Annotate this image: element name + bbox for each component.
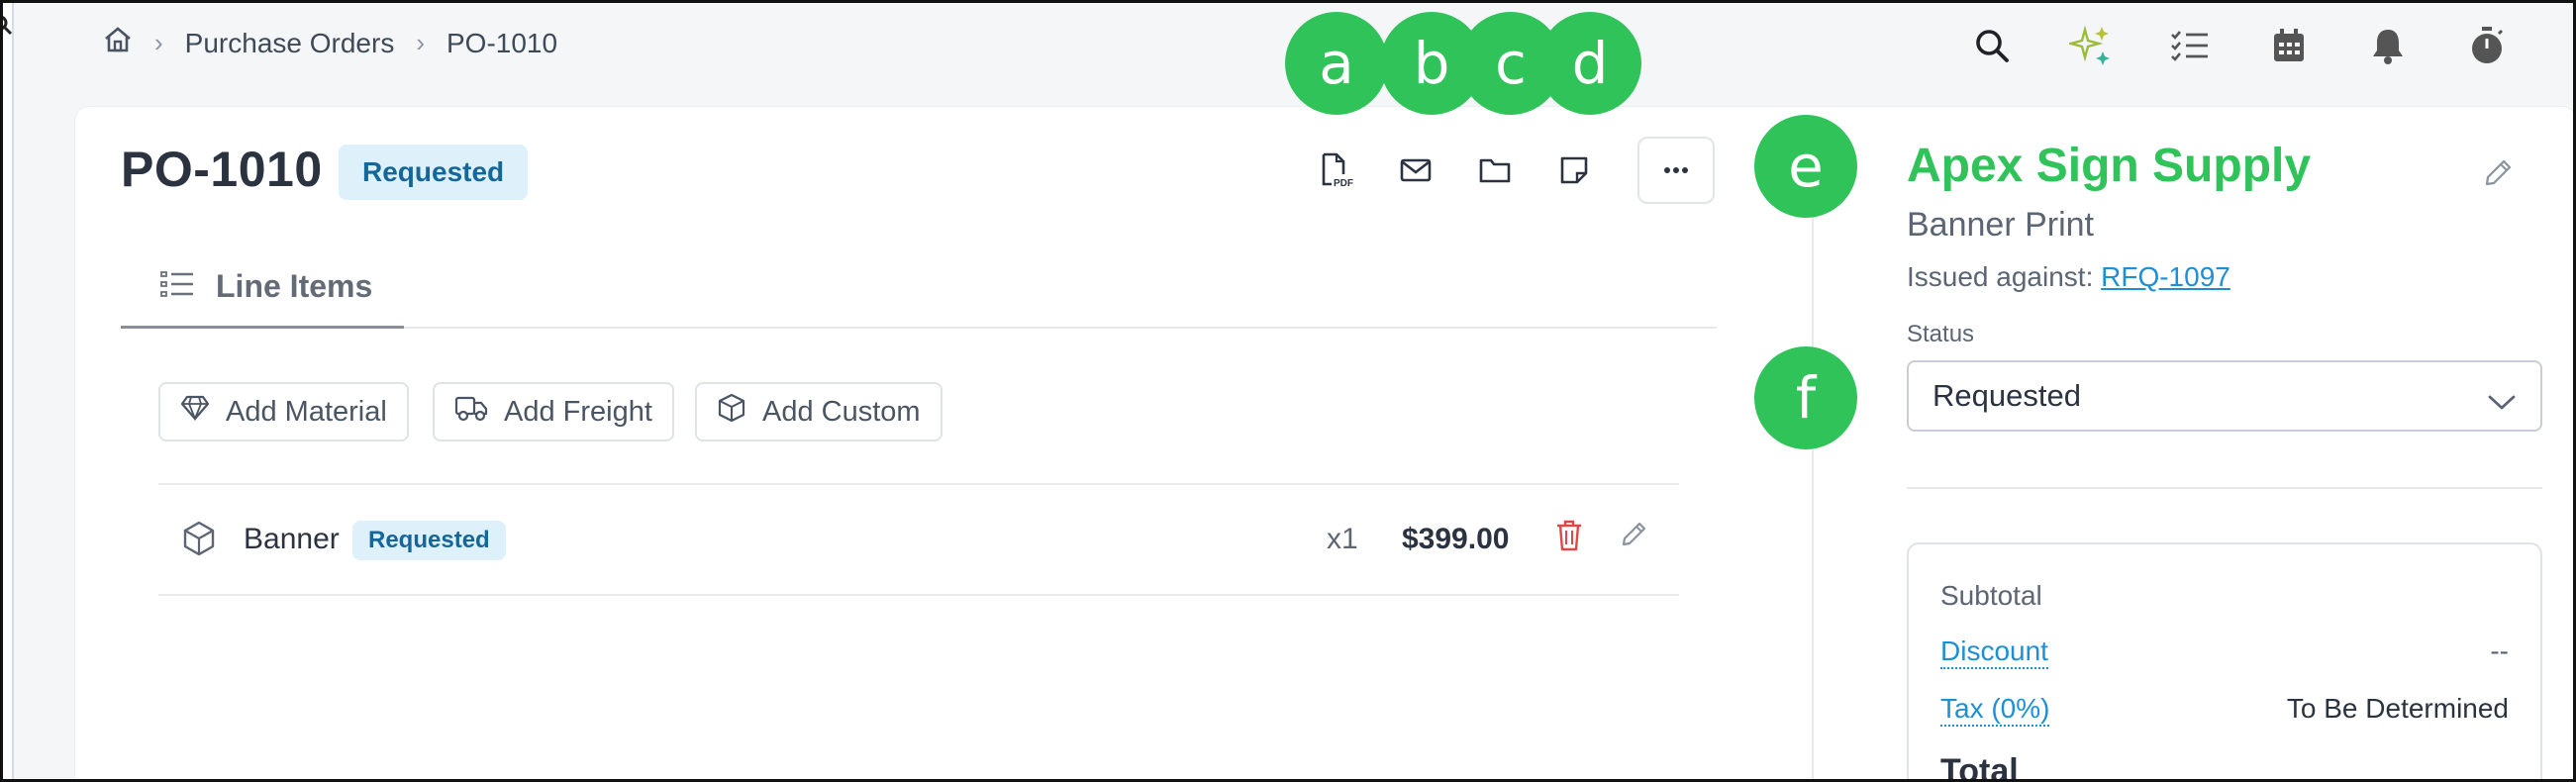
list-item[interactable]: Banner Requested x1 $399.00 <box>158 485 1679 596</box>
discount-value: -- <box>2490 635 2509 666</box>
svg-text:PDF: PDF <box>1334 178 1353 188</box>
document-actions: PDF <box>1297 139 1614 202</box>
cube-icon <box>717 393 746 431</box>
item-price: $399.00 <box>1402 523 1510 555</box>
subtotal-row: Subtotal <box>1940 580 2509 612</box>
pdf-icon[interactable]: PDF <box>1297 139 1376 202</box>
status-select[interactable]: Requested <box>1907 360 2542 432</box>
tax-value: To Be Determined <box>2286 693 2509 724</box>
item-status-badge: Requested <box>352 521 506 560</box>
cube-icon <box>182 521 216 561</box>
panel-divider <box>1812 204 1814 782</box>
panel-divider <box>1907 487 2542 489</box>
search-icon[interactable] <box>0 14 14 43</box>
list-icon <box>160 269 194 304</box>
issued-against: Issued against: RFQ-1097 <box>1907 261 2230 293</box>
chevron-right-icon: › <box>416 28 425 57</box>
add-custom-label: Add Custom <box>762 395 921 428</box>
email-icon[interactable] <box>1376 139 1455 202</box>
discount-link[interactable]: Discount <box>1940 635 2048 669</box>
breadcrumb-current: PO-1010 <box>446 27 558 58</box>
status-value: Requested <box>1932 378 2081 413</box>
breadcrumb-purchase-orders[interactable]: Purchase Orders <box>185 28 395 59</box>
breadcrumb: › Purchase Orders › PO-1010 <box>103 26 557 60</box>
tax-link[interactable]: Tax (0%) <box>1940 693 2050 727</box>
add-freight-label: Add Freight <box>504 395 652 428</box>
status-label: Status <box>1907 321 1975 347</box>
left-rail <box>0 0 14 782</box>
list-divider <box>158 594 1679 596</box>
gem-icon <box>180 395 210 429</box>
item-quantity: x1 <box>1327 523 1358 555</box>
pencil-icon[interactable] <box>1620 519 1649 553</box>
home-icon[interactable] <box>103 26 133 60</box>
calendar-icon[interactable] <box>2239 18 2338 73</box>
chevron-right-icon: › <box>154 28 163 57</box>
folder-icon[interactable] <box>1455 139 1535 202</box>
pencil-icon[interactable] <box>2483 156 2515 193</box>
subtotal-label: Subtotal <box>1940 580 2042 611</box>
bell-icon[interactable] <box>2338 18 2437 73</box>
marker-f: f <box>1754 346 1857 449</box>
sparkle-icon[interactable] <box>2041 18 2140 73</box>
rfq-link[interactable]: RFQ-1097 <box>2101 261 2230 292</box>
more-actions-button[interactable] <box>1637 137 1715 204</box>
status-badge: Requested <box>339 145 529 200</box>
trash-icon[interactable] <box>1554 519 1584 557</box>
truck-icon <box>454 394 488 430</box>
marker-e: e <box>1754 115 1857 218</box>
add-material-label: Add Material <box>226 395 387 428</box>
checklist-icon[interactable] <box>2140 18 2239 73</box>
total-label: Total <box>1940 752 2019 782</box>
item-name: Banner <box>244 523 340 555</box>
marker-a: a <box>1285 12 1388 115</box>
vendor-name[interactable]: Apex Sign Supply <box>1907 139 2311 193</box>
totals-card: Subtotal Discount -- Tax (0%) To Be Dete… <box>1907 542 2542 782</box>
marker-d: d <box>1538 12 1641 115</box>
tab-line-items[interactable]: Line Items <box>121 247 404 329</box>
issued-against-label: Issued against: <box>1907 261 2094 292</box>
add-freight-button[interactable]: Add Freight <box>433 382 674 441</box>
top-icons <box>1942 18 2536 73</box>
tax-row: Tax (0%) To Be Determined <box>1940 693 2509 727</box>
more-icon <box>1663 161 1689 179</box>
page-title: PO-1010 <box>121 142 323 197</box>
add-material-button[interactable]: Add Material <box>158 382 409 441</box>
order-subject: Banner Print <box>1907 206 2094 244</box>
discount-row: Discount -- <box>1940 635 2509 669</box>
search-icon[interactable] <box>1942 18 2041 73</box>
timer-icon[interactable] <box>2437 18 2536 73</box>
chevron-down-icon <box>2487 384 2517 420</box>
add-custom-button[interactable]: Add Custom <box>695 382 942 441</box>
note-icon[interactable] <box>1535 139 1614 202</box>
tab-label: Line Items <box>216 268 373 304</box>
